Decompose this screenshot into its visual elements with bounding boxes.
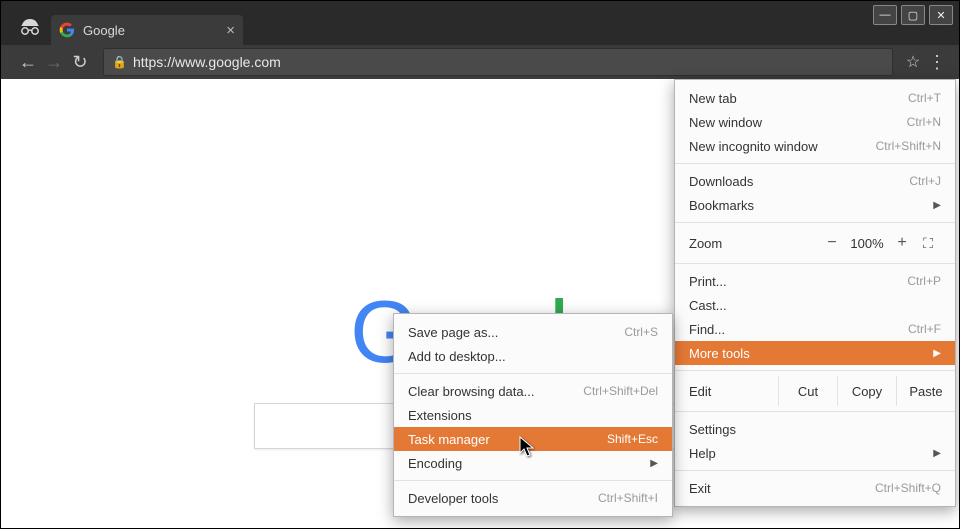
menu-zoom-row: Zoom − 100% + ⛶	[675, 228, 955, 258]
menu-button[interactable]: ⋮	[925, 52, 949, 73]
menu-separator	[675, 263, 955, 264]
edit-paste-button[interactable]: Paste	[896, 376, 955, 406]
menu-more-tools[interactable]: More tools▶	[675, 341, 955, 365]
tab-google[interactable]: Google ×	[51, 15, 243, 45]
google-favicon-icon	[59, 22, 75, 38]
menu-separator	[675, 370, 955, 371]
reload-button[interactable]: ↻	[67, 52, 93, 73]
chevron-right-icon: ▶	[650, 458, 658, 469]
chevron-right-icon: ▶	[933, 348, 941, 359]
menu-settings[interactable]: Settings	[675, 417, 955, 441]
menu-find[interactable]: Find...Ctrl+F	[675, 317, 955, 341]
chevron-right-icon: ▶	[933, 200, 941, 211]
zoom-out-button[interactable]: −	[819, 234, 845, 252]
address-bar[interactable]: 🔒 https://www.google.com	[103, 48, 893, 76]
submenu-add-to-desktop[interactable]: Add to desktop...	[394, 344, 672, 368]
menu-separator	[675, 222, 955, 223]
edit-copy-button[interactable]: Copy	[837, 376, 896, 406]
toolbar: ← → ↻ 🔒 https://www.google.com ☆ ⋮	[1, 45, 959, 79]
menu-help[interactable]: Help▶	[675, 441, 955, 465]
close-window-button[interactable]: ✕	[929, 5, 953, 25]
submenu-task-manager[interactable]: Task managerShift+Esc	[394, 427, 672, 451]
menu-separator	[675, 470, 955, 471]
menu-new-window[interactable]: New windowCtrl+N	[675, 110, 955, 134]
menu-separator	[394, 373, 672, 374]
bookmark-star-icon[interactable]: ☆	[901, 52, 925, 72]
menu-cast[interactable]: Cast...	[675, 293, 955, 317]
forward-button[interactable]: →	[41, 52, 67, 73]
incognito-icon	[19, 19, 41, 38]
window-controls: — ▢ ✕	[873, 5, 953, 25]
menu-print[interactable]: Print...Ctrl+P	[675, 269, 955, 293]
minimize-button[interactable]: —	[873, 5, 897, 25]
zoom-label: Zoom	[689, 236, 819, 251]
main-menu: New tabCtrl+T New windowCtrl+N New incog…	[674, 79, 956, 507]
menu-separator	[394, 480, 672, 481]
menu-new-incognito[interactable]: New incognito windowCtrl+Shift+N	[675, 134, 955, 158]
more-tools-submenu: Save page as...Ctrl+S Add to desktop... …	[393, 313, 673, 517]
menu-separator	[675, 163, 955, 164]
menu-separator	[675, 411, 955, 412]
titlebar: Google × — ▢ ✕	[1, 1, 959, 45]
submenu-extensions[interactable]: Extensions	[394, 403, 672, 427]
tab-close-icon[interactable]: ×	[226, 22, 235, 39]
chevron-right-icon: ▶	[933, 448, 941, 459]
submenu-save-page-as[interactable]: Save page as...Ctrl+S	[394, 320, 672, 344]
lock-icon: 🔒	[112, 55, 127, 69]
submenu-clear-browsing-data[interactable]: Clear browsing data...Ctrl+Shift+Del	[394, 379, 672, 403]
edit-label: Edit	[675, 384, 778, 399]
tab-title: Google	[83, 23, 125, 38]
menu-new-tab[interactable]: New tabCtrl+T	[675, 86, 955, 110]
browser-window: Google × — ▢ ✕ ← → ↻ 🔒 https://www.googl…	[0, 0, 960, 529]
menu-bookmarks[interactable]: Bookmarks▶	[675, 193, 955, 217]
menu-exit[interactable]: ExitCtrl+Shift+Q	[675, 476, 955, 500]
zoom-in-button[interactable]: +	[889, 234, 915, 252]
submenu-developer-tools[interactable]: Developer toolsCtrl+Shift+I	[394, 486, 672, 510]
submenu-encoding[interactable]: Encoding▶	[394, 451, 672, 475]
zoom-value: 100%	[845, 236, 889, 251]
edit-cut-button[interactable]: Cut	[778, 376, 837, 406]
fullscreen-icon[interactable]: ⛶	[915, 235, 941, 252]
menu-downloads[interactable]: DownloadsCtrl+J	[675, 169, 955, 193]
url-text: https://www.google.com	[133, 54, 281, 70]
back-button[interactable]: ←	[15, 52, 41, 73]
maximize-button[interactable]: ▢	[901, 5, 925, 25]
menu-edit-row: Edit Cut Copy Paste	[675, 376, 955, 406]
